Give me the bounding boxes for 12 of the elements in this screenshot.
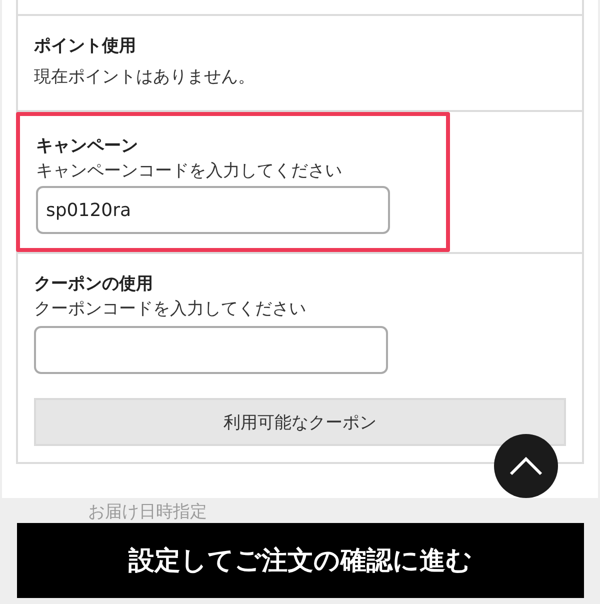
field-instruction: クーポンコードを入力してください: [34, 298, 307, 321]
chevron-up-icon: [509, 456, 543, 476]
points-message: 現在ポイントはありません。: [34, 66, 256, 89]
field-instruction: キャンペーンコードを入力してください: [36, 160, 343, 183]
campaign-code-field[interactable]: sp0120ra: [36, 186, 390, 234]
coupon-code-field[interactable]: [34, 326, 388, 374]
section-heading: ポイント使用: [34, 35, 137, 58]
section-heading: キャンペーン: [36, 135, 139, 158]
section-heading: クーポンの使用: [34, 273, 154, 296]
available-coupons-button[interactable]: 利用可能なクーポン: [34, 398, 566, 446]
section-heading: お届け日時指定: [87, 501, 208, 524]
submit-button[interactable]: 設定してご注文の確認に進む: [17, 523, 584, 598]
